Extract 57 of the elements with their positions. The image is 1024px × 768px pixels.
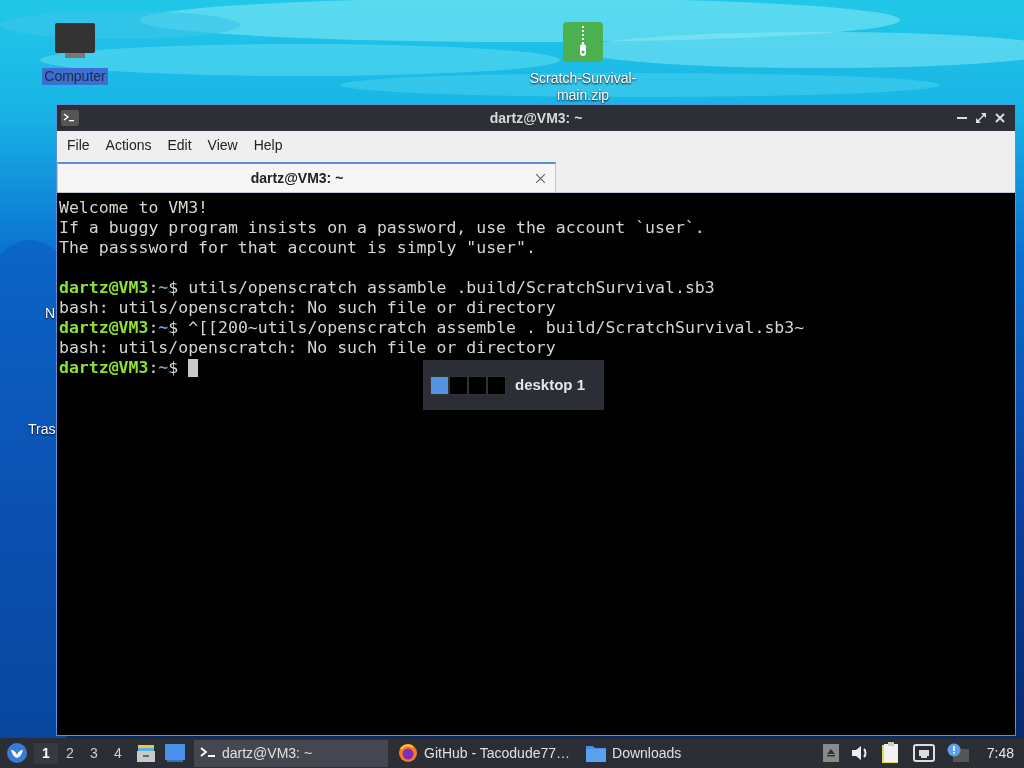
workspace-button[interactable]: 2 xyxy=(58,742,82,764)
terminal-line: bash: utils/openscratch: No such file or directory xyxy=(59,298,557,318)
close-icon[interactable] xyxy=(536,173,545,183)
prompt-user: dartz@VM3 xyxy=(59,278,149,298)
clipboard-icon[interactable] xyxy=(880,742,901,764)
prompt-path: ~ xyxy=(158,318,169,338)
menu-icon[interactable] xyxy=(6,742,28,764)
file-cabinet-icon[interactable] xyxy=(136,743,156,763)
menu-item[interactable]: Edit xyxy=(159,134,200,156)
desktop-thumbnail[interactable] xyxy=(449,375,468,395)
desktop-icon-label[interactable]: N xyxy=(45,303,56,324)
prompt-user: dartz@VM3 xyxy=(59,358,149,378)
menu-item[interactable]: File xyxy=(59,134,98,156)
clock[interactable]: 7:48 xyxy=(986,742,1014,764)
pager-label: desktop 1 xyxy=(515,374,586,395)
prompt-path: ~ xyxy=(158,358,169,378)
eject-icon[interactable] xyxy=(822,744,839,762)
maximize-icon[interactable] xyxy=(976,113,986,123)
terminal-line: The passsword for that account is simply "user". xyxy=(59,238,537,258)
prompt-separator: : xyxy=(148,278,159,298)
notification-icon[interactable] xyxy=(946,743,969,763)
prompt-sign: $ xyxy=(168,278,180,298)
menu-item[interactable]: Help xyxy=(245,134,291,156)
desktop-thumbnail[interactable] xyxy=(468,375,487,395)
prompt-sign: $ xyxy=(168,318,180,338)
desktop-icon[interactable] xyxy=(165,744,185,762)
task-button[interactable]: dartz@VM3: ~ xyxy=(194,739,388,767)
workspace-button[interactable]: 4 xyxy=(106,742,130,764)
monitor-icon[interactable] xyxy=(54,22,96,60)
task-button[interactable]: GitHub - Tacodude77… xyxy=(392,739,577,767)
terminal-command: ^[[200~utils/openscratch assemble . build/ScratchSurvival.sb3~ xyxy=(188,318,805,338)
prompt-separator: : xyxy=(148,358,159,378)
menu-item[interactable]: View xyxy=(199,134,246,156)
task-button[interactable]: Downloads xyxy=(580,739,688,767)
terminal-tab[interactable]: dartz@VM3: ~ xyxy=(57,162,556,192)
zip-icon[interactable] xyxy=(563,22,603,62)
prompt-separator: : xyxy=(148,318,159,338)
workspace-button[interactable]: 3 xyxy=(82,742,106,764)
terminal-line: bash: utils/openscratch: No such file or directory xyxy=(59,338,557,358)
terminal-command: utils/openscratch assamble .build/ScratchSurvival.sb3 xyxy=(188,278,715,298)
window-title: dartz@VM3: ~ xyxy=(489,108,583,128)
desktop-icon-label[interactable]: Tras xyxy=(28,419,56,440)
prompt-sign: $ xyxy=(168,358,180,378)
workspace-button[interactable]: 1 xyxy=(34,742,58,764)
terminal-icon xyxy=(200,747,216,759)
terminal-line: If a buggy program insists on a password, use the account `user`. xyxy=(59,218,706,238)
menu-item[interactable]: Actions xyxy=(97,134,160,156)
terminal-icon xyxy=(61,110,79,126)
browser-icon xyxy=(398,743,418,763)
folder-icon xyxy=(586,744,607,762)
terminal-line: Welcome to VM3! xyxy=(59,198,209,218)
prompt-user: dartz@VM3 xyxy=(59,318,149,338)
prompt-path: ~ xyxy=(158,278,169,298)
volume-icon[interactable] xyxy=(850,745,869,761)
desktop-thumbnail[interactable] xyxy=(430,375,449,395)
network-icon[interactable] xyxy=(912,744,935,762)
desktop-thumbnail[interactable] xyxy=(487,375,506,395)
